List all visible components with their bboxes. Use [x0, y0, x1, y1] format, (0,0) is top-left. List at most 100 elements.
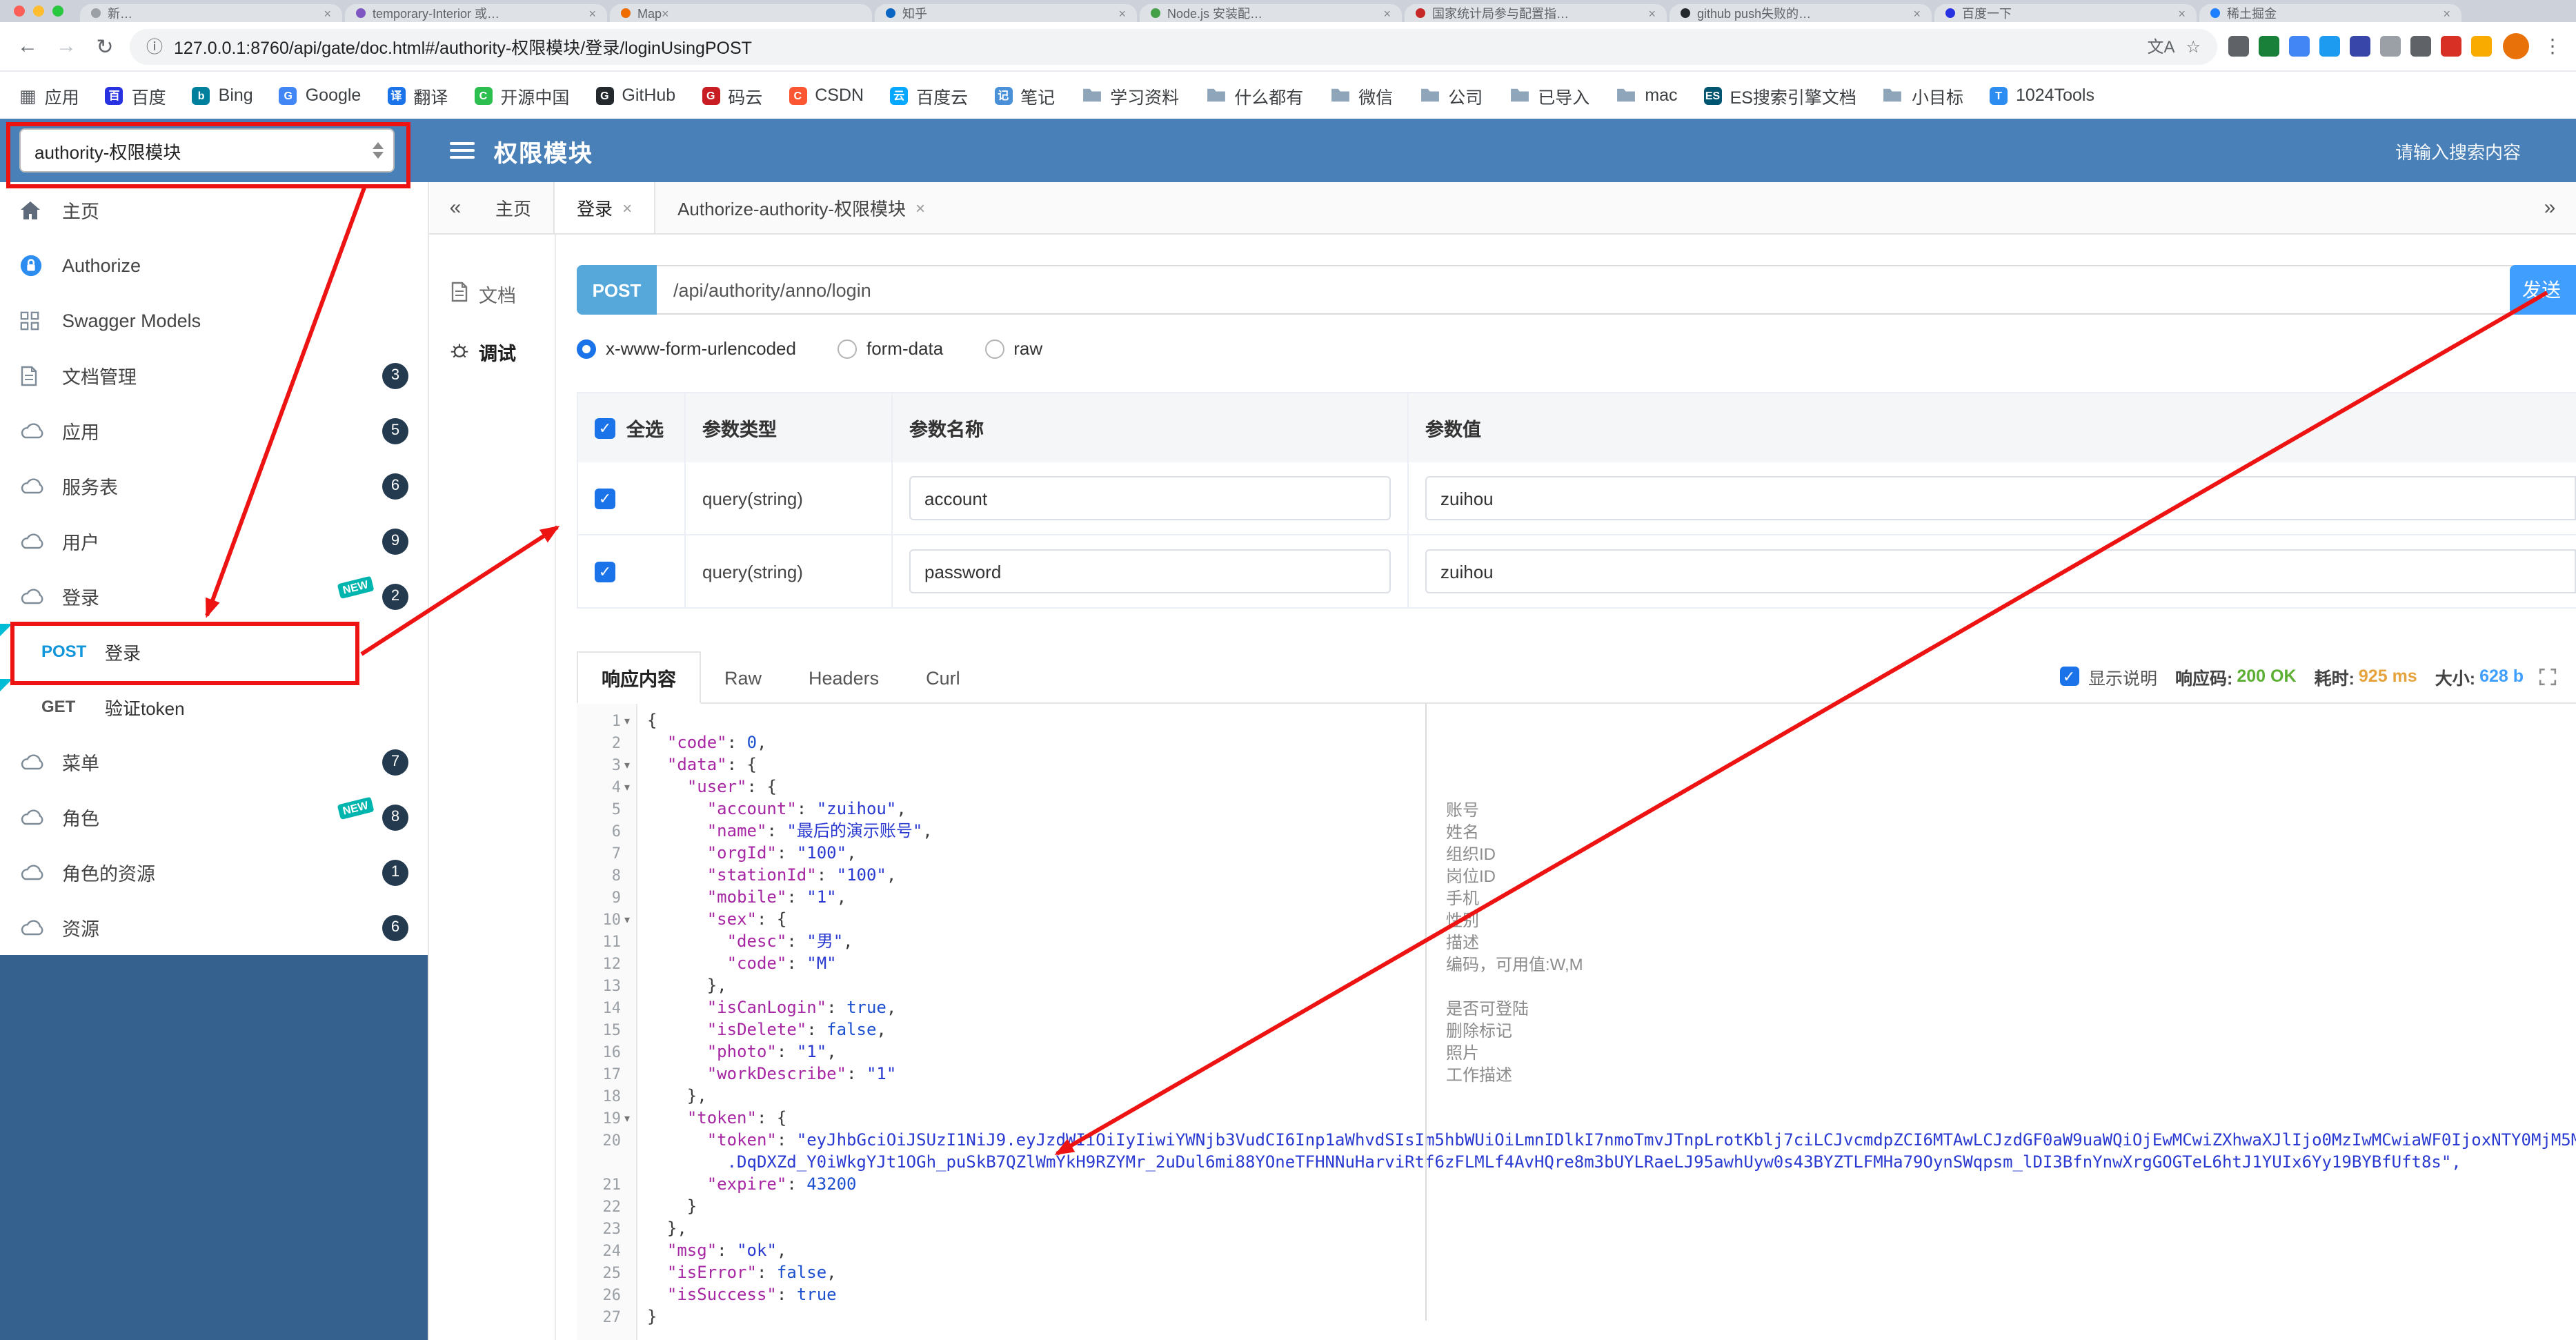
tab-close-icon[interactable]: × [324, 6, 331, 20]
bookmark-item[interactable]: 小目标 [1883, 82, 1963, 108]
close-tab-icon[interactable]: × [915, 198, 925, 217]
tab-doc[interactable]: 文档 [429, 265, 555, 323]
send-button[interactable]: 发送 [2510, 265, 2576, 315]
fold-icon[interactable]: ▾ [621, 758, 633, 771]
extension-icon[interactable] [2319, 36, 2340, 57]
tab-close-icon[interactable]: × [588, 6, 596, 20]
bookmark-item[interactable]: ▦ 应用 [19, 82, 79, 108]
sidebar-item[interactable]: 用户 9 [0, 513, 428, 569]
page-info-icon[interactable]: ⓘ [146, 35, 163, 58]
tab-close-icon[interactable]: × [1383, 6, 1391, 20]
bookmark-item[interactable]: 百百度 [105, 82, 166, 108]
fullscreen-icon[interactable] [2539, 667, 2557, 685]
tab-close-icon[interactable]: × [2178, 6, 2186, 20]
content-tab[interactable]: 主页 [473, 182, 553, 233]
menu-toggle-icon[interactable] [450, 142, 475, 159]
browser-tab[interactable]: github push失败的… × [1670, 4, 1932, 22]
sidebar-item[interactable]: 角色 NEW 8 [0, 789, 428, 845]
sidebar-item[interactable]: 服务表 6 [0, 458, 428, 513]
extension-icon[interactable] [2289, 36, 2310, 57]
browser-tab[interactable]: temporary-Interior 或… × [345, 4, 607, 22]
response-tab[interactable]: 响应内容 [577, 651, 701, 704]
bookmark-star-icon[interactable]: ☆ [2186, 37, 2201, 56]
content-type-radio[interactable]: raw [984, 338, 1042, 359]
browser-tab[interactable]: 百度一下 × [1934, 4, 2197, 22]
bookmark-item[interactable]: 微信 [1329, 82, 1393, 108]
collapse-tabs-icon[interactable]: « [437, 182, 473, 233]
sidebar-api-get-验证token[interactable]: GET 验证token [0, 679, 428, 734]
bookmark-item[interactable]: 已导入 [1509, 82, 1589, 108]
url-text[interactable]: 127.0.0.1:8760/api/gate/doc.html#/author… [174, 33, 2136, 59]
tab-close-icon[interactable]: × [1118, 6, 1126, 20]
sidebar-item[interactable]: 应用 5 [0, 403, 428, 458]
bookmark-item[interactable]: 公司 [1419, 82, 1483, 108]
sidebar-item[interactable]: 主页 [0, 182, 428, 237]
content-type-radio[interactable]: form-data [837, 338, 943, 359]
maximize-window-icon[interactable] [52, 6, 63, 17]
header-search-input[interactable]: 请输入搜索内容 [2395, 137, 2521, 164]
reload-icon[interactable]: ↻ [91, 34, 119, 59]
bookmark-item[interactable]: ES ES搜索引擎文档 [1703, 82, 1856, 108]
extension-icon[interactable] [2380, 36, 2401, 57]
browser-tab[interactable]: 国家统计局参与配置指… × [1405, 4, 1667, 22]
sidebar-item[interactable]: 文档管理 3 [0, 348, 428, 403]
browser-tab[interactable]: 知乎 × [875, 4, 1137, 22]
tab-close-icon[interactable]: × [1913, 6, 1921, 20]
sidebar-item[interactable]: 角色的资源 1 [0, 845, 428, 900]
tab-debug[interactable]: 调试 [429, 323, 555, 381]
sidebar-item[interactable]: 登录 NEW 2 [0, 569, 428, 624]
forward-icon[interactable]: → [52, 35, 80, 58]
close-window-icon[interactable] [14, 6, 25, 17]
bookmark-item[interactable]: 译翻译 [387, 82, 448, 108]
show-description-checkbox[interactable]: ✓ [2059, 667, 2079, 686]
extension-icon[interactable] [2471, 36, 2492, 57]
browser-menu-icon[interactable]: ⋮ [2543, 35, 2562, 58]
param-name-input[interactable] [909, 549, 1391, 593]
response-body-editor[interactable]: 1 ▾ 2 3 ▾ 4 ▾ 5 6 7 8 9 10 ▾ 11 12 13 14 15 16 17 18 19 ▾ 20 21 22… [577, 704, 2576, 1340]
browser-tab[interactable]: Node.js 安装配… × [1140, 4, 1402, 22]
param-value-input[interactable] [1425, 549, 2576, 593]
omnibox[interactable]: ⓘ 127.0.0.1:8760/api/gate/doc.html#/auth… [130, 28, 2217, 64]
bookmark-item[interactable]: T 1024Tools [1989, 86, 2094, 105]
window-controls[interactable] [14, 6, 63, 17]
sidebar-item[interactable]: 资源 6 [0, 900, 428, 955]
extension-icon[interactable] [2350, 36, 2370, 57]
response-tab[interactable]: Raw [701, 656, 785, 699]
back-icon[interactable]: ← [14, 35, 41, 58]
param-value-input[interactable] [1425, 476, 2576, 520]
bookmark-item[interactable]: 记笔记 [994, 82, 1055, 108]
extension-icon[interactable] [2441, 36, 2461, 57]
fold-icon[interactable]: ▾ [621, 714, 633, 727]
translate-icon[interactable]: 文A [2147, 35, 2174, 58]
tab-close-icon[interactable]: × [1648, 6, 1656, 20]
content-type-radio[interactable]: x-www-form-urlencoded [577, 338, 796, 359]
response-tab[interactable]: Headers [785, 656, 902, 699]
close-tab-icon[interactable]: × [622, 198, 632, 217]
select-all-checkbox[interactable]: ✓ [595, 417, 615, 438]
bookmark-item[interactable]: G GitHub [595, 86, 675, 105]
content-tab[interactable]: Authorize-authority-权限模块 × [655, 182, 947, 233]
fold-icon[interactable]: ▾ [621, 913, 633, 925]
browser-tab[interactable]: Map× [610, 4, 872, 22]
bookmark-item[interactable]: 什么都有 [1205, 82, 1303, 108]
bookmark-item[interactable]: G Google [279, 86, 361, 105]
row-checkbox[interactable]: ✓ [595, 488, 615, 509]
param-name-input[interactable] [909, 476, 1391, 520]
browser-tab[interactable]: 稀土掘金 × [2199, 4, 2461, 22]
extension-icon[interactable] [2259, 36, 2279, 57]
extension-icon[interactable] [2410, 36, 2431, 57]
response-tab[interactable]: Curl [902, 656, 984, 699]
sidebar-item[interactable]: Authorize [0, 237, 428, 293]
sidebar-item[interactable]: Swagger Models [0, 293, 428, 348]
bookmark-item[interactable]: b Bing [192, 86, 253, 105]
extension-icon[interactable] [2228, 36, 2249, 57]
minimize-window-icon[interactable] [33, 6, 44, 17]
browser-tab[interactable]: 新… × [80, 4, 342, 22]
content-tab[interactable]: 登录 × [553, 182, 656, 233]
bookmark-item[interactable]: 云百度云 [890, 82, 968, 108]
fold-icon[interactable]: ▾ [621, 1112, 633, 1124]
fold-icon[interactable]: ▾ [621, 780, 633, 793]
request-url-input[interactable]: /api/authority/anno/login [657, 265, 2543, 315]
profile-avatar[interactable] [2503, 33, 2529, 59]
sidebar-item[interactable]: 菜单 7 [0, 734, 428, 789]
